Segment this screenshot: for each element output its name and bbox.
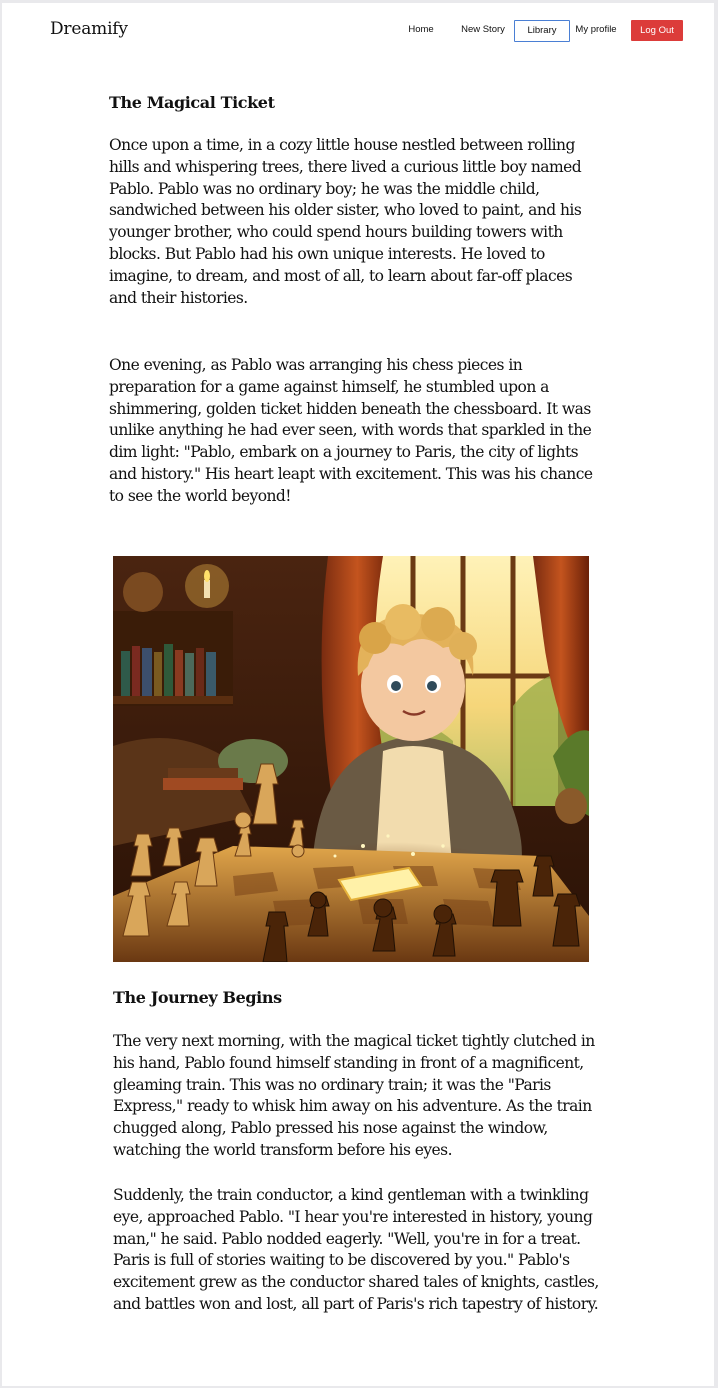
nav-library-button[interactable]: Library: [514, 20, 570, 42]
brand-logo[interactable]: Dreamify: [50, 19, 128, 39]
section-title: The Journey Begins: [113, 988, 282, 1007]
log-out-button[interactable]: Log Out: [631, 20, 683, 41]
top-navbar: Dreamify Home New Story Library My profi…: [2, 3, 714, 59]
story-paragraph: Once upon a time, in a cozy little house…: [109, 136, 582, 307]
nav-home-link[interactable]: Home: [400, 20, 442, 40]
story-paragraph: The very next morning, with the magical …: [113, 1032, 595, 1159]
story-paragraph: Suddenly, the train conductor, a kind ge…: [113, 1186, 599, 1313]
section-title: The Magical Ticket: [109, 93, 275, 112]
page: Dreamify Home New Story Library My profi…: [2, 3, 714, 1386]
nav-my-profile-link[interactable]: My profile: [571, 20, 621, 40]
story-paragraph: One evening, as Pablo was arranging his …: [109, 356, 593, 505]
story-illustration: [113, 556, 589, 962]
nav-new-story-link[interactable]: New Story: [455, 20, 511, 40]
